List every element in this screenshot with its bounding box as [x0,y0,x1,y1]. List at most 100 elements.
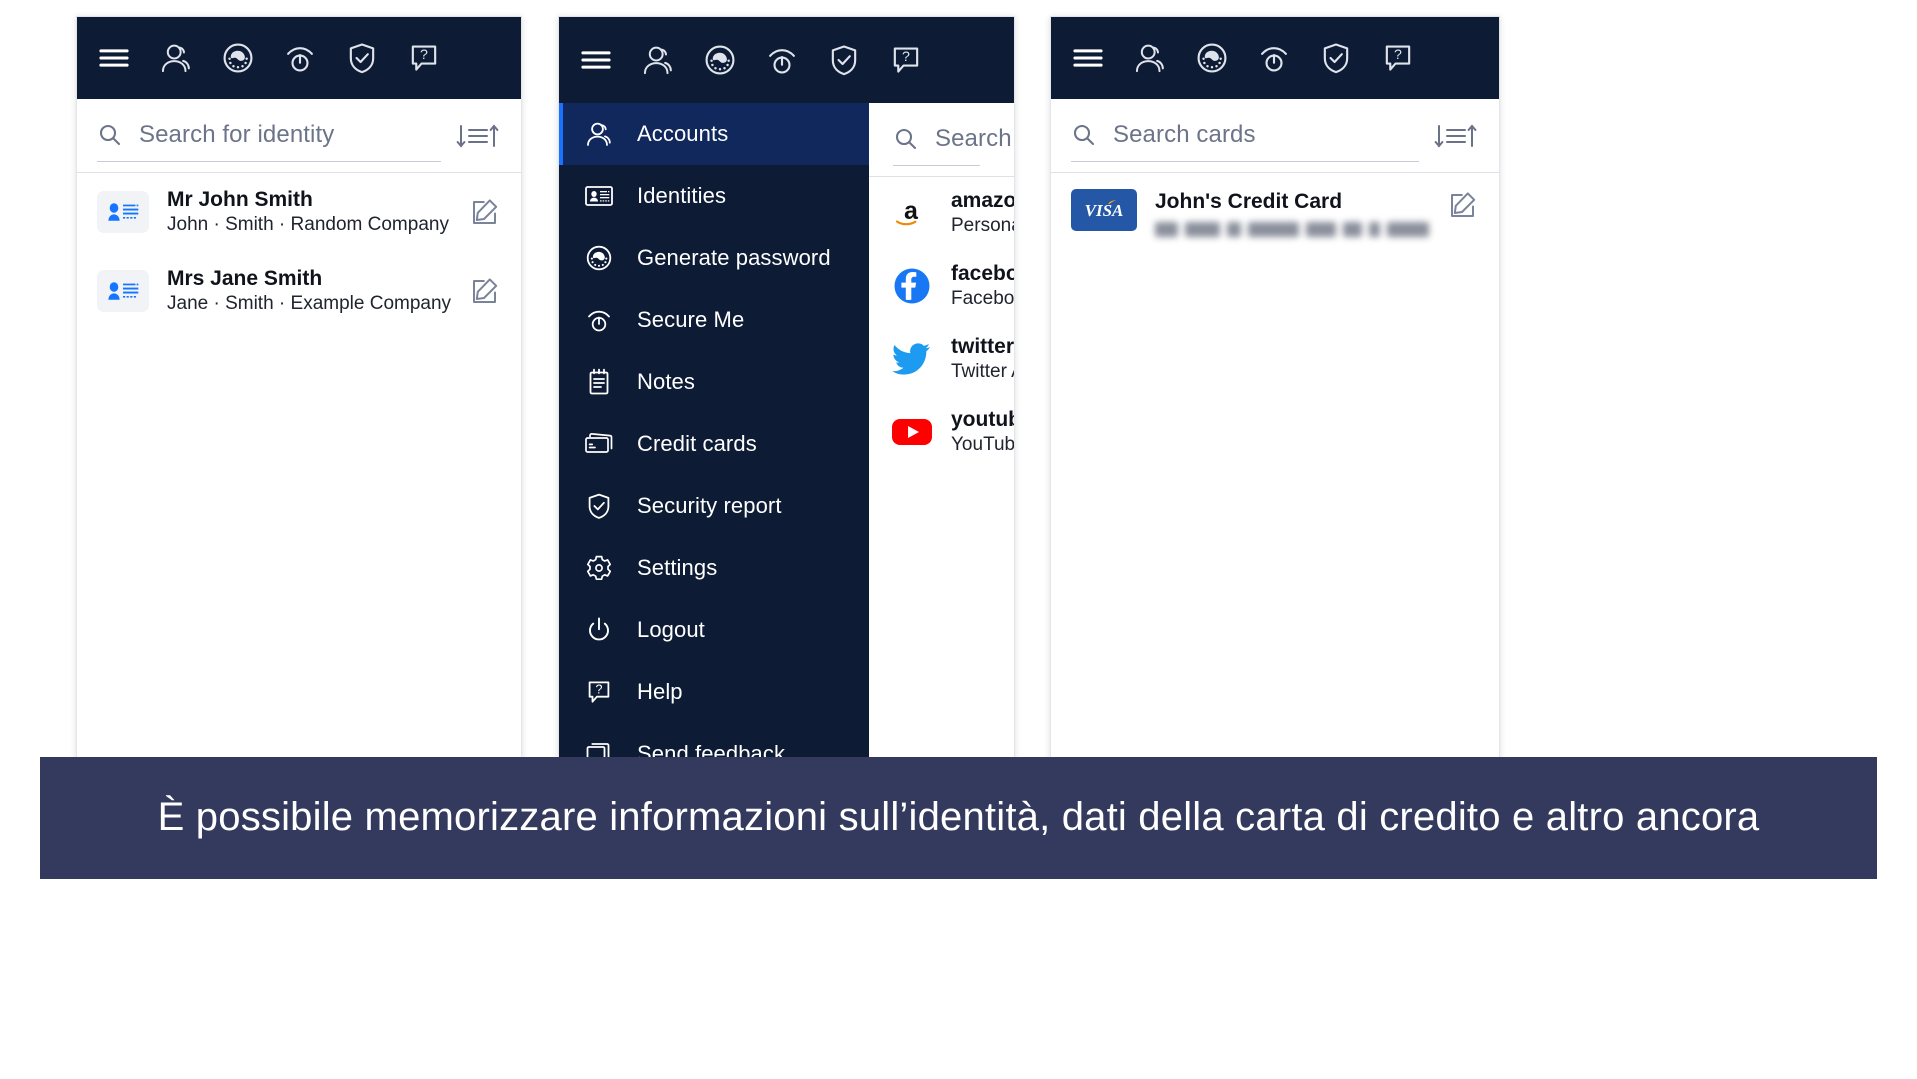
identity-list: Mr John Smith John · Smith · Random Comp… [77,173,521,331]
list-item[interactable]: Mr John Smith John · Smith · Random Comp… [77,173,521,252]
sidebar-item-label: Identities [637,183,727,208]
sidebar-item-secure-me[interactable]: Secure Me [559,289,869,351]
secure-me-icon[interactable] [763,41,801,79]
twitter-logo-icon [889,336,935,382]
sidebar-item-label: Security report [637,493,782,518]
search-input[interactable]: Search cards [1071,109,1419,162]
list-item-subtitle: Twitter A [951,361,1014,383]
help-question-icon[interactable]: ? [405,39,443,77]
help-question-icon[interactable]: ? [1379,39,1417,77]
svg-text:a: a [904,197,919,225]
list-item-text: twitter.c Twitter A [951,334,1014,385]
list-item-text: Mrs Jane Smith Jane · Smith · Example Co… [167,266,451,317]
secure-me-icon [583,304,615,336]
secure-me-icon[interactable] [1255,39,1293,77]
menu-panel: ? Accounts Identities Generate password … [558,16,1015,760]
search-input[interactable]: Search [893,113,1012,166]
edit-icon[interactable] [469,275,501,307]
search-placeholder: Search for identity [139,121,335,148]
svg-text:VISA: VISA [1085,201,1124,220]
sidebar-item-generate-password[interactable]: Generate password [559,227,869,289]
sidebar-item-notes[interactable]: Notes [559,351,869,413]
list-item-text: Mr John Smith John · Smith · Random Comp… [167,187,451,238]
generate-password-icon[interactable] [701,41,739,79]
svg-text:?: ? [420,47,428,63]
list-item-subtitle: Jane · Smith · Example Company · 59 Ex… [167,293,451,315]
secure-me-icon[interactable] [281,39,319,77]
list-item-title: amazon [951,189,1014,212]
sidebar-item-label: Help [637,679,683,704]
sidebar-item-logout[interactable]: Logout [559,599,869,661]
generate-password-icon[interactable] [1193,39,1231,77]
sidebar-item-accounts[interactable]: Accounts [559,103,869,165]
list-item-text: youtube YouTube [951,407,1014,458]
shield-check-icon[interactable] [1317,39,1355,77]
sidebar-item-label: Secure Me [637,307,745,332]
generate-password-icon[interactable] [219,39,257,77]
sidebar-item-label: Accounts [637,121,729,146]
sidebar-item-send-feedback[interactable]: Send feedback [559,723,869,759]
list-item-subtitle: Facebook [951,288,1014,310]
list-item-title: John's Credit Card [1155,190,1343,213]
identity-search-row: Search for identity [77,99,521,173]
sort-toggle-icon[interactable] [455,119,501,153]
list-item[interactable]: twitter.c Twitter A [869,323,1014,396]
sidebar-item-identities[interactable]: Identities [559,165,869,227]
sidebar-item-help[interactable]: ? Help [559,661,869,723]
generate-password-icon [583,242,615,274]
identity-card-icon [97,270,149,313]
search-placeholder: Search cards [1113,121,1256,148]
sidebar-item-label: Logout [637,617,705,642]
list-item-title: Mr John Smith [167,188,313,211]
list-item-subtitle: John · Smith · Random Company · 59 Ex… [167,214,451,236]
sort-toggle-icon[interactable] [1433,119,1479,153]
search-input[interactable]: Search for identity [97,109,441,162]
list-item[interactable]: facebook Facebook [869,250,1014,323]
navigation-drawer: Accounts Identities Generate password Se… [559,103,869,759]
feedback-copy-icon [583,738,615,759]
edit-icon[interactable] [1447,189,1479,221]
identity-card-icon [97,191,149,234]
help-question-icon: ? [583,676,615,708]
app-toolbar: ? [77,17,521,99]
credit-cards-panel: ? Search cards VISA John's Credit Card [1050,16,1500,760]
account-person-icon[interactable] [1131,39,1169,77]
svg-text:?: ? [1394,47,1402,63]
search-icon [1071,122,1097,148]
sidebar-item-security-report[interactable]: Security report [559,475,869,537]
list-item[interactable]: Mrs Jane Smith Jane · Smith · Example Co… [77,252,521,331]
identity-card-icon [583,180,615,212]
search-placeholder: Search [935,125,1012,152]
gear-icon [583,552,615,584]
account-person-icon[interactable] [639,41,677,79]
sidebar-item-label: Notes [637,369,695,394]
screenshot-root: ? Search for identity Mr John Smith John… [0,0,1917,1079]
hamburger-menu-icon[interactable] [95,39,133,77]
edit-icon[interactable] [469,196,501,228]
help-question-icon[interactable]: ? [887,41,925,79]
identities-panel: ? Search for identity Mr John Smith John… [76,16,522,760]
cards-search-row: Search cards [1051,99,1499,173]
account-person-icon[interactable] [157,39,195,77]
hamburger-menu-icon[interactable] [1069,39,1107,77]
power-icon [583,614,615,646]
sidebar-item-label: Generate password [637,245,831,270]
shield-check-icon[interactable] [343,39,381,77]
accounts-list: a amazon Personal [869,177,1014,469]
shield-check-icon[interactable] [825,41,863,79]
hamburger-menu-icon[interactable] [577,41,615,79]
sidebar-item-credit-cards[interactable]: Credit cards [559,413,869,475]
list-item[interactable]: youtube YouTube [869,396,1014,469]
list-item-subtitle: Personal [951,215,1014,237]
accounts-search-row: Search [869,103,1014,177]
shield-check-icon [583,490,615,522]
notes-icon [583,366,615,398]
sidebar-item-settings[interactable]: Settings [559,537,869,599]
caption-banner: È possibile memorizzare informazioni sul… [40,757,1877,879]
list-item[interactable]: a amazon Personal [869,177,1014,250]
list-item[interactable]: VISA John's Credit Card [1051,173,1499,251]
list-item-title: youtube [951,407,1014,431]
svg-text:?: ? [596,682,603,696]
list-item-title: facebook [951,261,1014,285]
sidebar-item-label: Settings [637,555,718,580]
